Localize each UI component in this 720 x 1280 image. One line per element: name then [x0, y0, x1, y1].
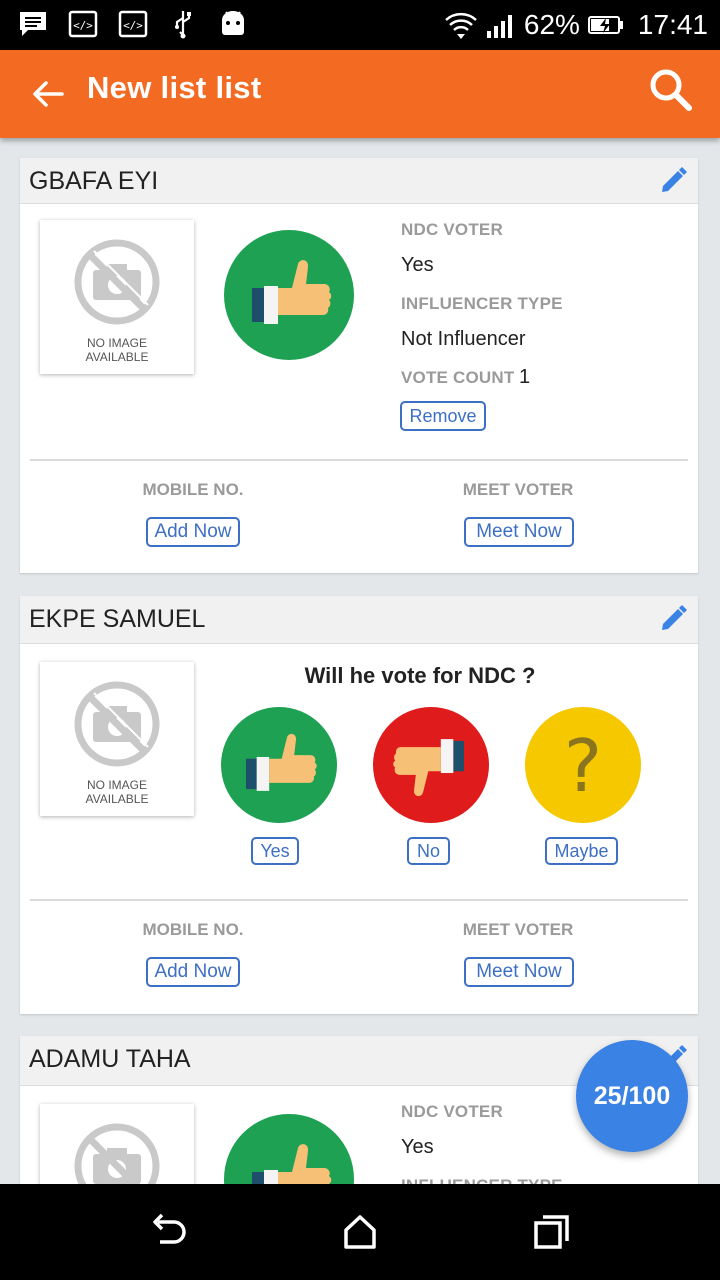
thumbs-down-icon[interactable] — [373, 707, 489, 823]
voter-name: GBAFA EYI — [29, 167, 159, 195]
meet-now-button[interactable]: Meet Now — [464, 517, 574, 547]
progress-count-fab[interactable]: 25/100 — [576, 1040, 688, 1152]
battery-charging-icon — [587, 16, 623, 34]
vote-count-value: 1 — [519, 366, 531, 388]
ndc-voter-value: Yes — [401, 254, 434, 276]
voter-name: ADAMU TAHA — [29, 1045, 191, 1073]
remove-button[interactable]: Remove — [400, 401, 486, 431]
vote-question: Will he vote for NDC ? — [304, 663, 536, 688]
code-icon: </> — [68, 10, 98, 38]
no-button[interactable]: No — [407, 837, 450, 865]
meet-now-button[interactable]: Meet Now — [464, 957, 574, 987]
meet-voter-label: MEET VOTER — [462, 480, 574, 499]
card-header: EKPE SAMUEL — [20, 596, 698, 644]
no-camera-icon — [74, 1123, 160, 1184]
home-nav-icon[interactable] — [340, 1212, 380, 1252]
thumbs-up-icon — [224, 1114, 354, 1184]
clock: 17:41 — [637, 9, 708, 40]
no-image-text: NO IMAGE AVAILABLE — [85, 778, 149, 806]
meet-voter-label: MEET VOTER — [462, 920, 574, 939]
recents-nav-icon[interactable] — [532, 1212, 572, 1252]
no-camera-icon — [74, 239, 160, 325]
edit-pencil-icon[interactable] — [658, 604, 688, 634]
no-camera-icon — [74, 681, 160, 767]
battery-percent: 62% — [523, 9, 580, 40]
app-bar: New list list — [0, 50, 720, 138]
yes-button[interactable]: Yes — [251, 837, 299, 865]
thumbs-up-icon — [224, 230, 354, 360]
voter-name: EKPE SAMUEL — [29, 605, 206, 633]
search-icon[interactable] — [648, 67, 694, 113]
page-title: New list list — [87, 70, 262, 105]
voter-photo-placeholder: NO IMAGE AVAILABLE — [40, 220, 194, 374]
voter-card: GBAFA EYI NO IMAGE AVAILABLE NDC VOTER Ye… — [20, 158, 698, 573]
divider — [30, 459, 688, 461]
ndc-voter-value: Yes — [401, 1136, 434, 1158]
svg-text:?: ? — [564, 724, 602, 808]
influencer-type-label: INFLUENCER TYPE — [401, 294, 563, 313]
voter-card: EKPE SAMUEL NO IMAGE AVAILABLE Will he vo… — [20, 596, 698, 1014]
add-now-button[interactable]: Add Now — [146, 957, 240, 987]
card-header: GBAFA EYI — [20, 158, 698, 204]
mobile-no-label: MOBILE NO. — [142, 480, 244, 499]
status-bar: </> </> 62% 17:41 — [0, 0, 720, 50]
mobile-no-label: MOBILE NO. — [142, 920, 244, 939]
influencer-type-value: Not Influencer — [401, 328, 526, 350]
no-image-text: NO IMAGE AVAILABLE — [85, 336, 149, 364]
add-now-button[interactable]: Add Now — [146, 517, 240, 547]
voter-photo-placeholder: NO IMAGE AVAILABLE — [40, 662, 194, 816]
usb-icon — [175, 11, 191, 39]
wifi-icon — [445, 12, 477, 39]
back-nav-icon[interactable] — [148, 1212, 188, 1252]
nav-bar — [0, 1184, 720, 1280]
ndc-voter-label: NDC VOTER — [401, 1102, 503, 1121]
signal-icon — [486, 15, 512, 38]
maybe-button[interactable]: Maybe — [545, 837, 618, 865]
android-icon — [222, 11, 244, 35]
voter-photo-placeholder — [40, 1104, 194, 1184]
vote-count-label: VOTE COUNT — [401, 368, 515, 387]
message-icon — [20, 12, 46, 36]
divider — [30, 899, 688, 901]
svg-text:</>: </> — [73, 19, 93, 32]
influencer-type-label: INFLUENCER TYPE — [401, 1176, 563, 1184]
arrow-left-icon[interactable] — [28, 74, 68, 114]
question-icon[interactable]: ? — [525, 707, 641, 823]
ndc-voter-label: NDC VOTER — [401, 220, 503, 239]
edit-pencil-icon[interactable] — [658, 166, 688, 196]
thumbs-up-icon[interactable] — [221, 707, 337, 823]
code-icon: </> — [118, 10, 148, 38]
voter-list: GBAFA EYI NO IMAGE AVAILABLE NDC VOTER Ye… — [0, 138, 720, 1184]
svg-text:</>: </> — [123, 19, 143, 32]
